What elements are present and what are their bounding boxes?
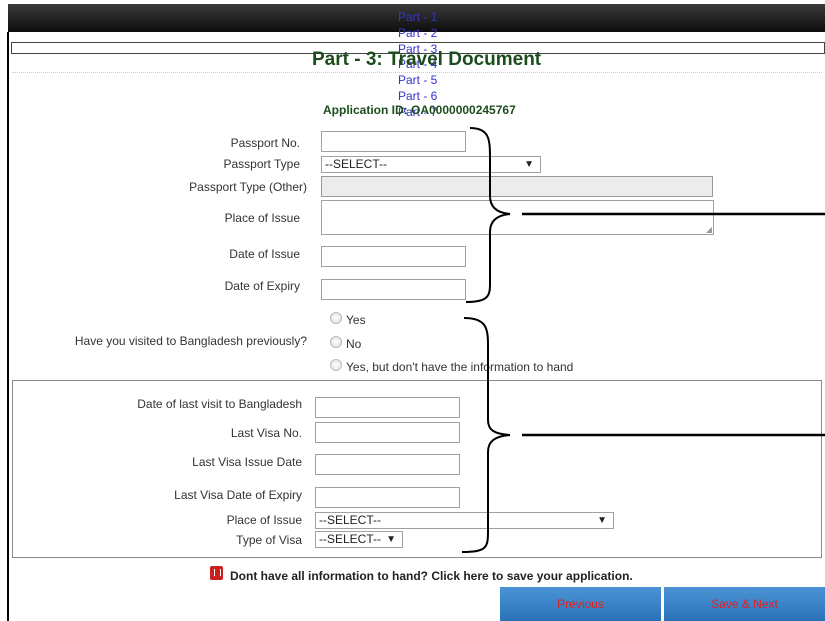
annotation-overlay	[461, 127, 825, 553]
page-frame: Part - 1 Part - 2 Part - 3 Part - 4 Part…	[0, 0, 825, 621]
bracket-visit	[461, 317, 511, 553]
bracket-passport	[465, 127, 511, 303]
